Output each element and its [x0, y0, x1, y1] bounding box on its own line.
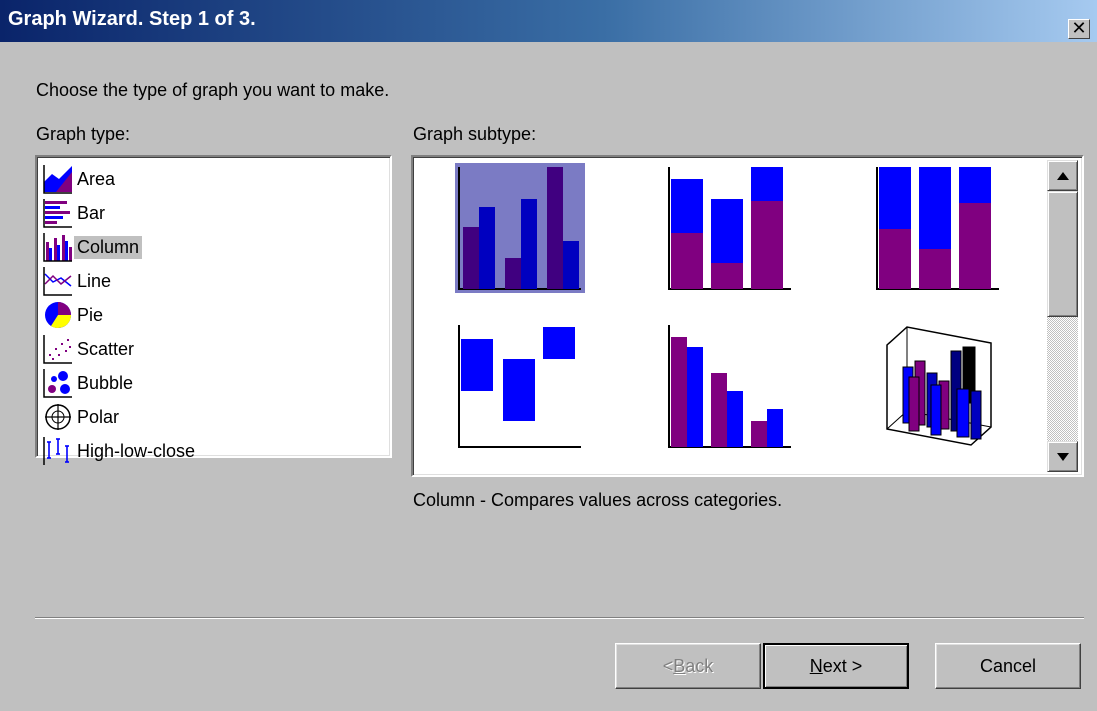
percent-stacked-column-icon: [876, 167, 999, 290]
graph-type-label-text: Bar: [77, 202, 106, 223]
subtype-stacked-column[interactable]: [665, 163, 795, 293]
graph-type-label: Graph type:: [36, 124, 131, 144]
column-chart-icon: [43, 233, 72, 262]
next-button[interactable]: Next >: [763, 643, 909, 689]
graph-type-label-text: Bubble: [77, 372, 134, 393]
line-chart-icon: [43, 267, 72, 296]
3d-column-icon: [886, 326, 992, 446]
graph-type-item-line[interactable]: Line: [43, 266, 114, 296]
scroll-up-button[interactable]: [1047, 160, 1078, 191]
back-button-prefix: <: [662, 655, 674, 676]
subtype-description: Column - Compares values across categori…: [413, 490, 783, 510]
clustered-column-icon: [455, 163, 585, 293]
graph-subtype-label: Graph subtype:: [413, 124, 537, 144]
side-by-side-column-icon: [668, 325, 791, 448]
back-button[interactable]: < Back: [615, 643, 761, 689]
pie-chart-icon: [45, 302, 72, 329]
graph-type-label-text: Polar: [77, 406, 120, 427]
graph-type-item-polar[interactable]: Polar: [43, 402, 122, 432]
graph-type-label-text: Area: [77, 168, 116, 189]
subtype-3d-column[interactable]: [873, 321, 1003, 451]
graph-type-item-pie[interactable]: Pie: [43, 300, 106, 330]
stacked-column-icon: [668, 167, 791, 290]
graph-type-item-scatter[interactable]: Scatter: [43, 334, 137, 364]
graph-type-item-column[interactable]: Column: [43, 232, 143, 262]
title-bar[interactable]: Graph Wizard. Step 1 of 3. ✕: [0, 0, 1097, 42]
arrow-down-icon: [1057, 453, 1069, 461]
graph-subtype-gallery[interactable]: [411, 155, 1084, 477]
polar-chart-icon: [45, 404, 71, 430]
graph-type-item-bar[interactable]: Bar: [43, 198, 108, 228]
subtype-side-by-side-column[interactable]: [665, 321, 795, 451]
dialog-separator: [35, 617, 1084, 619]
back-button-rest: ack: [685, 655, 714, 676]
cancel-button[interactable]: Cancel: [935, 643, 1081, 689]
graph-type-label-text: Scatter: [77, 338, 135, 359]
scroll-down-button[interactable]: [1047, 441, 1078, 472]
next-button-mnemonic: N: [809, 655, 823, 676]
scroll-thumb[interactable]: [1047, 191, 1078, 317]
scatter-chart-icon: [43, 335, 72, 364]
subtype-scrollbar[interactable]: [1047, 160, 1078, 472]
graph-wizard-dialog: Graph Wizard. Step 1 of 3. ✕ Choose the …: [0, 0, 1097, 711]
graph-type-list[interactable]: Area Bar Column Line Pie Scatter Bubble …: [35, 155, 392, 465]
window-title: Graph Wizard. Step 1 of 3.: [8, 8, 256, 30]
graph-type-label-text: Line: [77, 270, 112, 291]
bubble-chart-icon: [43, 369, 72, 398]
close-icon: ✕: [1071, 18, 1087, 39]
back-button-mnemonic: B: [673, 655, 686, 676]
subtype-floating-column[interactable]: [455, 321, 585, 451]
subtype-percent-stacked-column[interactable]: [873, 163, 1003, 293]
graph-type-label-text: Pie: [77, 304, 104, 325]
instructions-text: Choose the type of graph you want to mak…: [36, 80, 390, 100]
high-low-close-icon: [43, 437, 69, 465]
arrow-up-icon: [1057, 172, 1069, 180]
floating-column-icon: [458, 325, 581, 448]
graph-type-item-area[interactable]: Area: [43, 164, 118, 194]
next-button-rest: ext >: [822, 655, 863, 676]
close-button[interactable]: ✕: [1068, 18, 1090, 39]
graph-type-label-text: Column: [74, 235, 143, 259]
graph-type-item-high-low-close[interactable]: High-low-close: [43, 436, 198, 466]
subtype-clustered-column[interactable]: [455, 163, 585, 293]
area-chart-icon: [43, 165, 72, 194]
bar-chart-icon: [43, 199, 72, 228]
graph-type-item-bubble[interactable]: Bubble: [43, 368, 136, 398]
graph-type-label-text: High-low-close: [77, 440, 196, 461]
